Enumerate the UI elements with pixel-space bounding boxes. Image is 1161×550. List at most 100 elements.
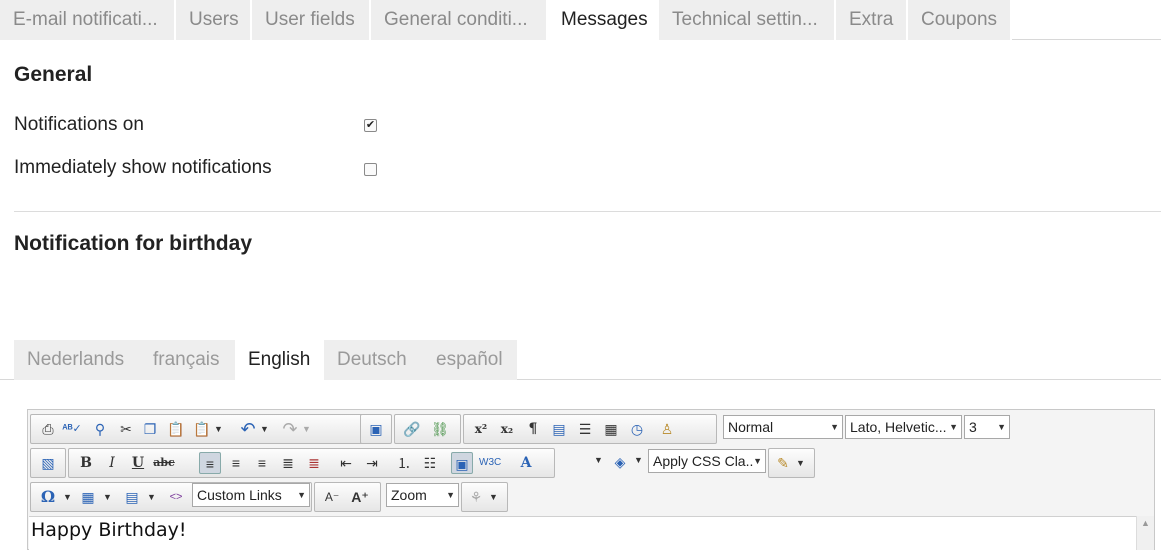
tab-label: Users (189, 9, 239, 30)
underline-icon[interactable]: U (127, 452, 149, 474)
superscript-icon[interactable]: x² (470, 418, 492, 440)
editor-content-area[interactable]: Happy Birthday! (29, 516, 1136, 550)
font-size-select[interactable]: 3 ▼ (964, 415, 1010, 439)
tab-messages[interactable]: Messages (548, 0, 659, 41)
css-class-select[interactable]: Apply CSS Cla.. ▼ (648, 449, 766, 473)
italic-icon[interactable]: I (101, 452, 123, 474)
form-icon[interactable]: ▤ (121, 486, 143, 508)
font-color-icon[interactable]: A (515, 452, 537, 474)
spellcheck-icon[interactable]: ᴬᴮ✓ (61, 418, 83, 440)
tab-label: español (436, 349, 503, 370)
tab-language-francais[interactable]: français (140, 340, 235, 380)
align-center-icon[interactable]: ≡ (225, 452, 247, 474)
date-icon[interactable]: ▦ (600, 418, 622, 440)
immediately-show-checkbox[interactable] (364, 163, 377, 176)
align-left-icon[interactable]: ≡ (199, 452, 221, 474)
toolbar-group-image: ▣ (360, 414, 392, 444)
insert-picture-icon[interactable]: ▧ (37, 452, 59, 474)
select-value: Lato, Helvetic... (850, 419, 947, 435)
ordered-list-icon[interactable]: ⒈ (393, 452, 415, 474)
tab-label: E-mail notificati... (13, 9, 158, 30)
find-icon[interactable]: ⚲ (89, 418, 111, 440)
clipboard-icon[interactable]: ▤ (548, 418, 570, 440)
indent-icon[interactable]: ⇥ (361, 452, 383, 474)
justify-full-icon[interactable]: ≣ (303, 452, 325, 474)
tab-coupons[interactable]: Coupons (908, 0, 1012, 40)
image-icon[interactable]: ▣ (365, 418, 387, 440)
highlight-color-icon[interactable]: ◈ (609, 451, 631, 473)
chevron-down-icon[interactable]: ▼ (214, 418, 223, 440)
chevron-down-icon[interactable]: ▼ (147, 486, 156, 508)
strikethrough-icon[interactable]: abc (153, 452, 175, 474)
unlink-icon[interactable]: ⛓ (429, 418, 451, 440)
toolbar-group-edit: ⎙ ᴬᴮ✓ ⚲ ✂ ❐ 📋 📋 ▼ ↶ ▼ ↷ ▼ (30, 414, 379, 444)
format-painter-icon[interactable]: ♙ (656, 418, 678, 440)
scroll-up-icon[interactable]: ▲ (1141, 518, 1150, 528)
tab-language-espanol[interactable]: español (423, 340, 517, 380)
tools-icon[interactable]: ⚘ (465, 486, 487, 508)
style-brush-icon[interactable]: ✎ (772, 452, 794, 474)
tab-label: Technical settin... (672, 9, 818, 30)
align-right-icon[interactable]: ≡ (251, 452, 273, 474)
chevron-down-icon[interactable]: ▼ (260, 418, 269, 440)
paste-special-icon[interactable]: 📋 (191, 418, 213, 440)
tab-language-deutsch[interactable]: Deutsch (324, 340, 423, 380)
toolbar-group-insert: x² x₂ ¶ ▤ ☰ ▦ ◷ ♙ (463, 414, 717, 444)
special-char-icon[interactable]: Ω (37, 486, 59, 508)
subscript-icon[interactable]: x₂ (496, 418, 518, 440)
tab-email-notifications[interactable]: E-mail notificati... (0, 0, 176, 40)
toolbar-group-picture: ▧ (30, 448, 66, 478)
link-icon[interactable]: 🔗 (401, 418, 423, 440)
tab-user-fields[interactable]: User fields (252, 0, 371, 40)
tab-technical-settings[interactable]: Technical settin... (659, 0, 836, 40)
undo-icon[interactable]: ↶ (237, 418, 259, 440)
tab-label: Messages (561, 9, 648, 30)
tab-label: Extra (849, 9, 894, 30)
chevron-down-icon[interactable]: ▼ (634, 449, 643, 471)
w3c-validate-icon[interactable]: W3C (479, 452, 501, 474)
custom-links-select[interactable]: Custom Links ▼ (192, 483, 310, 507)
bold-icon[interactable]: B (75, 452, 97, 474)
justify-icon[interactable]: ≣ (277, 452, 299, 474)
chevron-down-icon[interactable]: ▼ (594, 449, 603, 471)
unordered-list-icon[interactable]: ☷ (419, 452, 441, 474)
tab-extra[interactable]: Extra (836, 0, 908, 40)
chevron-down-icon[interactable]: ▼ (302, 418, 311, 440)
rich-text-editor: ⎙ ᴬᴮ✓ ⚲ ✂ ❐ 📋 📋 ▼ ↶ ▼ ↷ ▼ ▣ 🔗 ⛓ x² x₂ ¶ … (27, 409, 1155, 550)
select-value: Custom Links (197, 487, 282, 503)
format-select[interactable]: Normal ▼ (723, 415, 843, 439)
tab-general-conditions[interactable]: General conditi... (371, 0, 548, 40)
clock-icon[interactable]: ◷ (626, 418, 648, 440)
tab-users[interactable]: Users (176, 0, 252, 40)
print-icon[interactable]: ⎙ (37, 418, 59, 440)
decrease-font-icon[interactable]: A⁻ (321, 486, 343, 508)
table-icon[interactable]: ▦ (77, 486, 99, 508)
chevron-down-icon[interactable]: ▼ (63, 486, 72, 508)
tab-label: français (153, 349, 220, 370)
editor-scrollbar[interactable]: ▲ (1136, 516, 1154, 550)
language-tab-bar: Nederlands français English Deutsch espa… (0, 340, 1161, 381)
chevron-down-icon[interactable]: ▼ (103, 486, 112, 508)
increase-font-icon[interactable]: A⁺ (349, 486, 371, 508)
tab-label: Coupons (921, 9, 998, 30)
general-section-title: General (14, 63, 93, 86)
zoom-select[interactable]: Zoom ▼ (386, 483, 459, 507)
code-snippet-icon[interactable]: <> (165, 486, 187, 508)
chevron-down-icon[interactable]: ▼ (489, 486, 498, 508)
redo-icon[interactable]: ↷ (279, 418, 301, 440)
outdent-icon[interactable]: ⇤ (335, 452, 357, 474)
notifications-on-checkbox[interactable]: ✔ (364, 119, 377, 132)
font-select[interactable]: Lato, Helvetic... ▼ (845, 415, 962, 439)
paragraph-icon[interactable]: ¶ (522, 418, 544, 440)
tab-language-nederlands[interactable]: Nederlands (14, 340, 140, 380)
tab-label: Deutsch (337, 349, 407, 370)
show-borders-icon[interactable]: ▣ (451, 452, 473, 474)
horizontal-rule-icon[interactable]: ☰ (574, 418, 596, 440)
paste-icon[interactable]: 📋 (165, 418, 187, 440)
chevron-down-icon[interactable]: ▼ (796, 452, 805, 474)
copy-icon[interactable]: ❐ (139, 418, 161, 440)
toolbar-group-tools: ⚘ ▼ (461, 482, 508, 512)
chevron-down-icon: ▼ (949, 422, 958, 432)
tab-language-english[interactable]: English (235, 340, 324, 381)
cut-icon[interactable]: ✂ (115, 418, 137, 440)
